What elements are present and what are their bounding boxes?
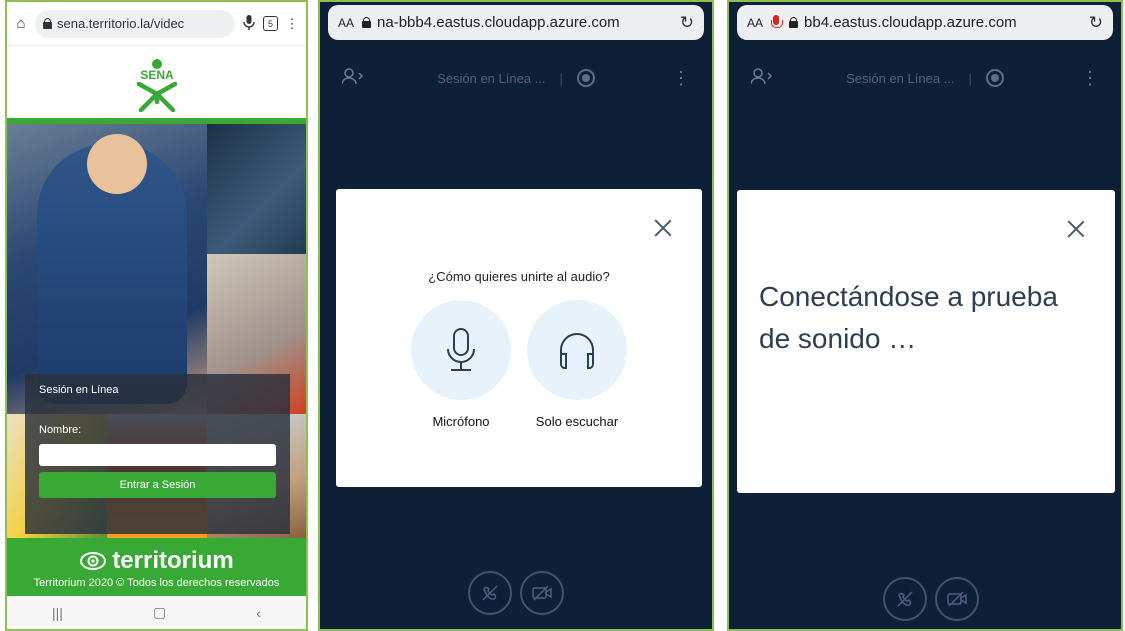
- login-title: Sesión en Línea: [39, 384, 119, 396]
- browser-address-bar[interactable]: AA bb4.eastus.cloudapp.azure.com ↻: [737, 5, 1113, 40]
- record-icon[interactable]: [985, 69, 1004, 87]
- footer: territorium Territorium 2020 © Todos los…: [7, 538, 306, 598]
- leave-audio-button[interactable]: [883, 577, 927, 621]
- background-photo-collage: Sesión en Línea Nombre: Entrar a Sesión: [7, 124, 306, 538]
- leave-audio-button[interactable]: [468, 571, 512, 615]
- reload-icon[interactable]: ↻: [680, 13, 694, 33]
- url-text: bb4.eastus.cloudapp.azure.com: [804, 14, 1017, 31]
- home-nav-icon[interactable]: ▢: [153, 604, 166, 621]
- sena-logo-area: SENA: [7, 46, 306, 118]
- listen-only-label: Solo escuchar: [535, 414, 619, 429]
- territorium-brand: territorium: [112, 547, 234, 574]
- microphone-button[interactable]: [411, 300, 511, 400]
- phone-screen-login: ⌂ sena.territorio.la/videc 5 ⋮ SENA Sesi…: [5, 0, 308, 631]
- audio-join-modal: ¿Cómo quieres unirte al audio? Micrófono: [336, 189, 702, 487]
- session-title: Sesión en Línea ...: [846, 70, 955, 86]
- session-header: Sesión en Línea ... | ⋮: [729, 58, 1121, 98]
- name-input[interactable]: [39, 444, 276, 466]
- text-size-button[interactable]: AA: [747, 16, 763, 30]
- microphone-icon: [447, 328, 475, 371]
- video-off-icon: [532, 585, 552, 601]
- territorium-logo: territorium: [79, 547, 234, 575]
- back-icon[interactable]: ‹: [256, 605, 261, 621]
- name-label: Nombre:: [39, 424, 82, 436]
- headphones-icon: [560, 333, 594, 369]
- microphone-label: Micrófono: [432, 414, 490, 429]
- session-header: Sesión en Línea ... | ⋮: [320, 58, 712, 98]
- record-icon[interactable]: [576, 69, 595, 87]
- browser-address-bar[interactable]: AA na-bbb4.eastus.cloudapp.azure.com ↻: [328, 5, 704, 40]
- microphone-option[interactable]: Micrófono: [410, 300, 512, 429]
- home-icon[interactable]: ⌂: [13, 15, 29, 32]
- address-bar[interactable]: sena.territorio.la/videc: [35, 9, 235, 38]
- territorium-eye-icon: [80, 552, 107, 570]
- microphone-icon[interactable]: [241, 14, 257, 33]
- phone-screen-audio-choice: AA na-bbb4.eastus.cloudapp.azure.com ↻ S…: [318, 0, 714, 631]
- listen-only-option[interactable]: Solo escuchar: [526, 300, 628, 429]
- reload-icon[interactable]: ↻: [1089, 13, 1103, 33]
- listen-only-button[interactable]: [527, 300, 627, 400]
- video-off-icon: [947, 591, 967, 607]
- url-text: sena.territorio.la/videc: [57, 16, 185, 31]
- video-button[interactable]: [520, 571, 564, 615]
- svg-text:SENA: SENA: [140, 68, 174, 82]
- recent-apps-icon[interactable]: |||: [52, 605, 63, 621]
- options-menu-icon[interactable]: ⋮: [672, 69, 690, 87]
- phone-screen-connecting: AA bb4.eastus.cloudapp.azure.com ↻ Sesió…: [727, 0, 1123, 631]
- lock-icon: [789, 17, 799, 28]
- phone-off-icon: [482, 585, 498, 601]
- close-icon[interactable]: [1067, 220, 1085, 238]
- recording-microphone-icon: [771, 14, 784, 31]
- login-panel: Sesión en Línea Nombre: Entrar a Sesión: [25, 374, 290, 534]
- url-text: na-bbb4.eastus.cloudapp.azure.com: [377, 14, 620, 31]
- lock-icon: [43, 18, 52, 29]
- browser-toolbar: ⌂ sena.territorio.la/videc 5 ⋮: [7, 2, 306, 46]
- call-controls: [320, 571, 712, 617]
- menu-dots-icon[interactable]: ⋮: [284, 16, 300, 32]
- text-size-button[interactable]: AA: [338, 16, 354, 30]
- phone-off-icon: [897, 591, 913, 607]
- android-nav-bar: ||| ▢ ‹: [7, 596, 306, 629]
- sena-logo: SENA: [136, 59, 177, 112]
- connecting-modal: Conectándose a prueba de sonido …: [737, 190, 1115, 493]
- copyright-text: Territorium 2020 © Todos los derechos re…: [33, 577, 280, 589]
- lock-icon: [362, 17, 372, 28]
- audio-question: ¿Cómo quieres unirte al audio?: [428, 269, 610, 284]
- options-menu-icon[interactable]: ⋮: [1081, 69, 1099, 87]
- call-controls: [741, 577, 1121, 623]
- enter-session-button[interactable]: Entrar a Sesión: [39, 472, 276, 498]
- session-title: Sesión en Línea ...: [437, 70, 546, 86]
- tabs-count-icon[interactable]: 5: [263, 16, 278, 31]
- close-icon[interactable]: [654, 219, 672, 237]
- video-button[interactable]: [935, 577, 979, 621]
- connecting-message: Conectándose a prueba de sonido …: [759, 281, 1058, 354]
